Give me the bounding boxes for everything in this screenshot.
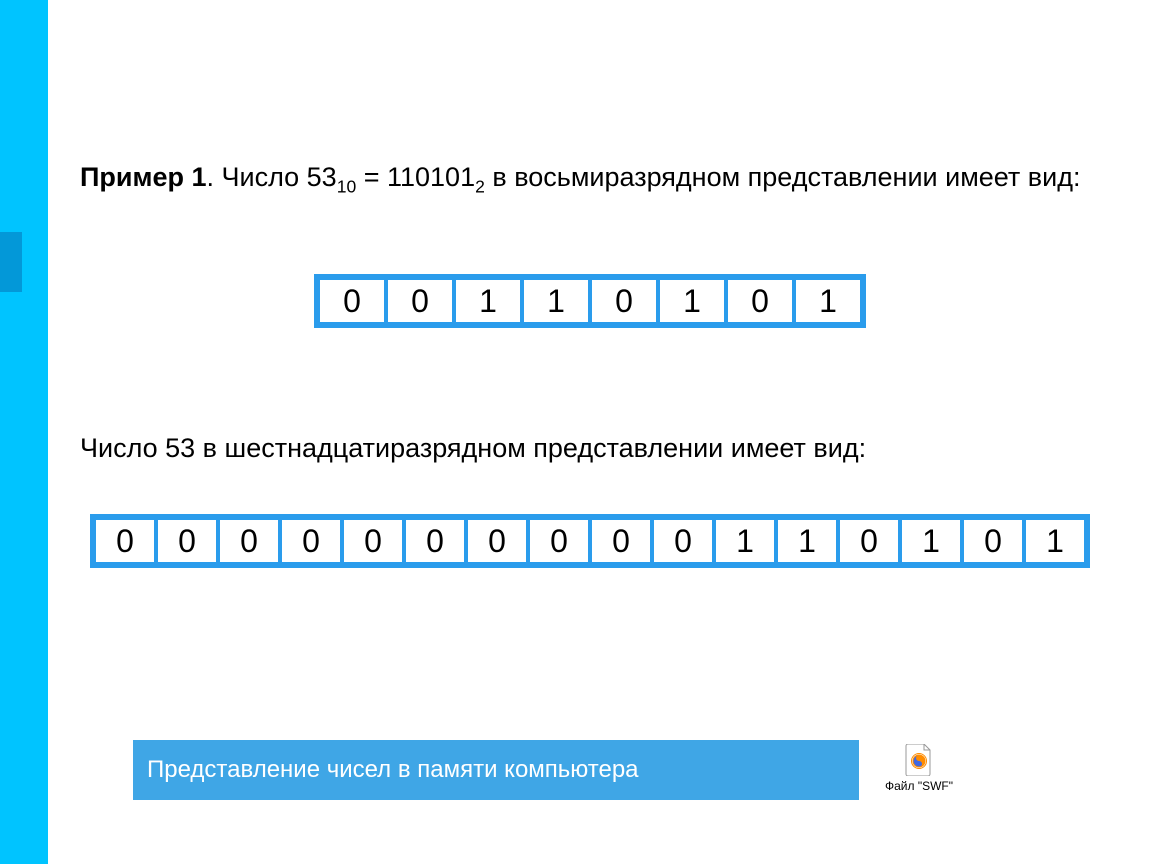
left-notch	[0, 232, 22, 292]
bits8-table: 0 0 1 1 0 1 0 1	[314, 274, 866, 328]
paragraph-16bit: Число 53 в шестнадцатиразрядном представ…	[80, 432, 1100, 466]
bit-cell: 0	[590, 518, 652, 564]
bit-cell: 1	[658, 278, 726, 324]
footer-title: Представление чисел в памяти компьютера	[147, 756, 639, 784]
footer-bar: Представление чисел в памяти компьютера	[133, 740, 859, 800]
bit-cell: 1	[522, 278, 590, 324]
bit-cell: 1	[794, 278, 862, 324]
file-attachment[interactable]: Файл "SWF"	[859, 740, 979, 800]
example-label: Пример 1	[80, 162, 207, 192]
swf-file-icon	[905, 744, 933, 776]
bit-cell: 1	[900, 518, 962, 564]
bit-cell: 0	[528, 518, 590, 564]
bit-cell: 1	[714, 518, 776, 564]
left-stripe	[0, 0, 48, 864]
bit-cell: 0	[156, 518, 218, 564]
slide: Пример 1. Число 5310 = 1101012 в восьмир…	[0, 0, 1150, 864]
bit-cell: 1	[776, 518, 838, 564]
bit-cell: 0	[726, 278, 794, 324]
bit-cell: 0	[218, 518, 280, 564]
bit-cell: 0	[838, 518, 900, 564]
content-area: Пример 1. Число 5310 = 1101012 в восьмир…	[80, 134, 1100, 568]
bits8-container: 0 0 1 1 0 1 0 1	[80, 274, 1100, 328]
bit-cell: 0	[652, 518, 714, 564]
bit-cell: 0	[342, 518, 404, 564]
bits16-table: 0 0 0 0 0 0 0 0 0 0 1 1 0 1 0 1	[90, 514, 1090, 568]
bit-cell: 0	[280, 518, 342, 564]
bit-cell: 1	[454, 278, 522, 324]
bit-cell: 0	[318, 278, 386, 324]
paragraph-example-1: Пример 1. Число 5310 = 1101012 в восьмир…	[80, 161, 1100, 198]
bit-cell: 0	[466, 518, 528, 564]
bit-cell: 0	[590, 278, 658, 324]
bit-cell: 0	[94, 518, 156, 564]
bit-cell: 1	[1024, 518, 1086, 564]
bit-cell: 0	[386, 278, 454, 324]
bits16-container: 0 0 0 0 0 0 0 0 0 0 1 1 0 1 0 1	[80, 514, 1100, 568]
bit-cell: 0	[962, 518, 1024, 564]
bit-cell: 0	[404, 518, 466, 564]
file-label: Файл "SWF"	[859, 779, 979, 793]
